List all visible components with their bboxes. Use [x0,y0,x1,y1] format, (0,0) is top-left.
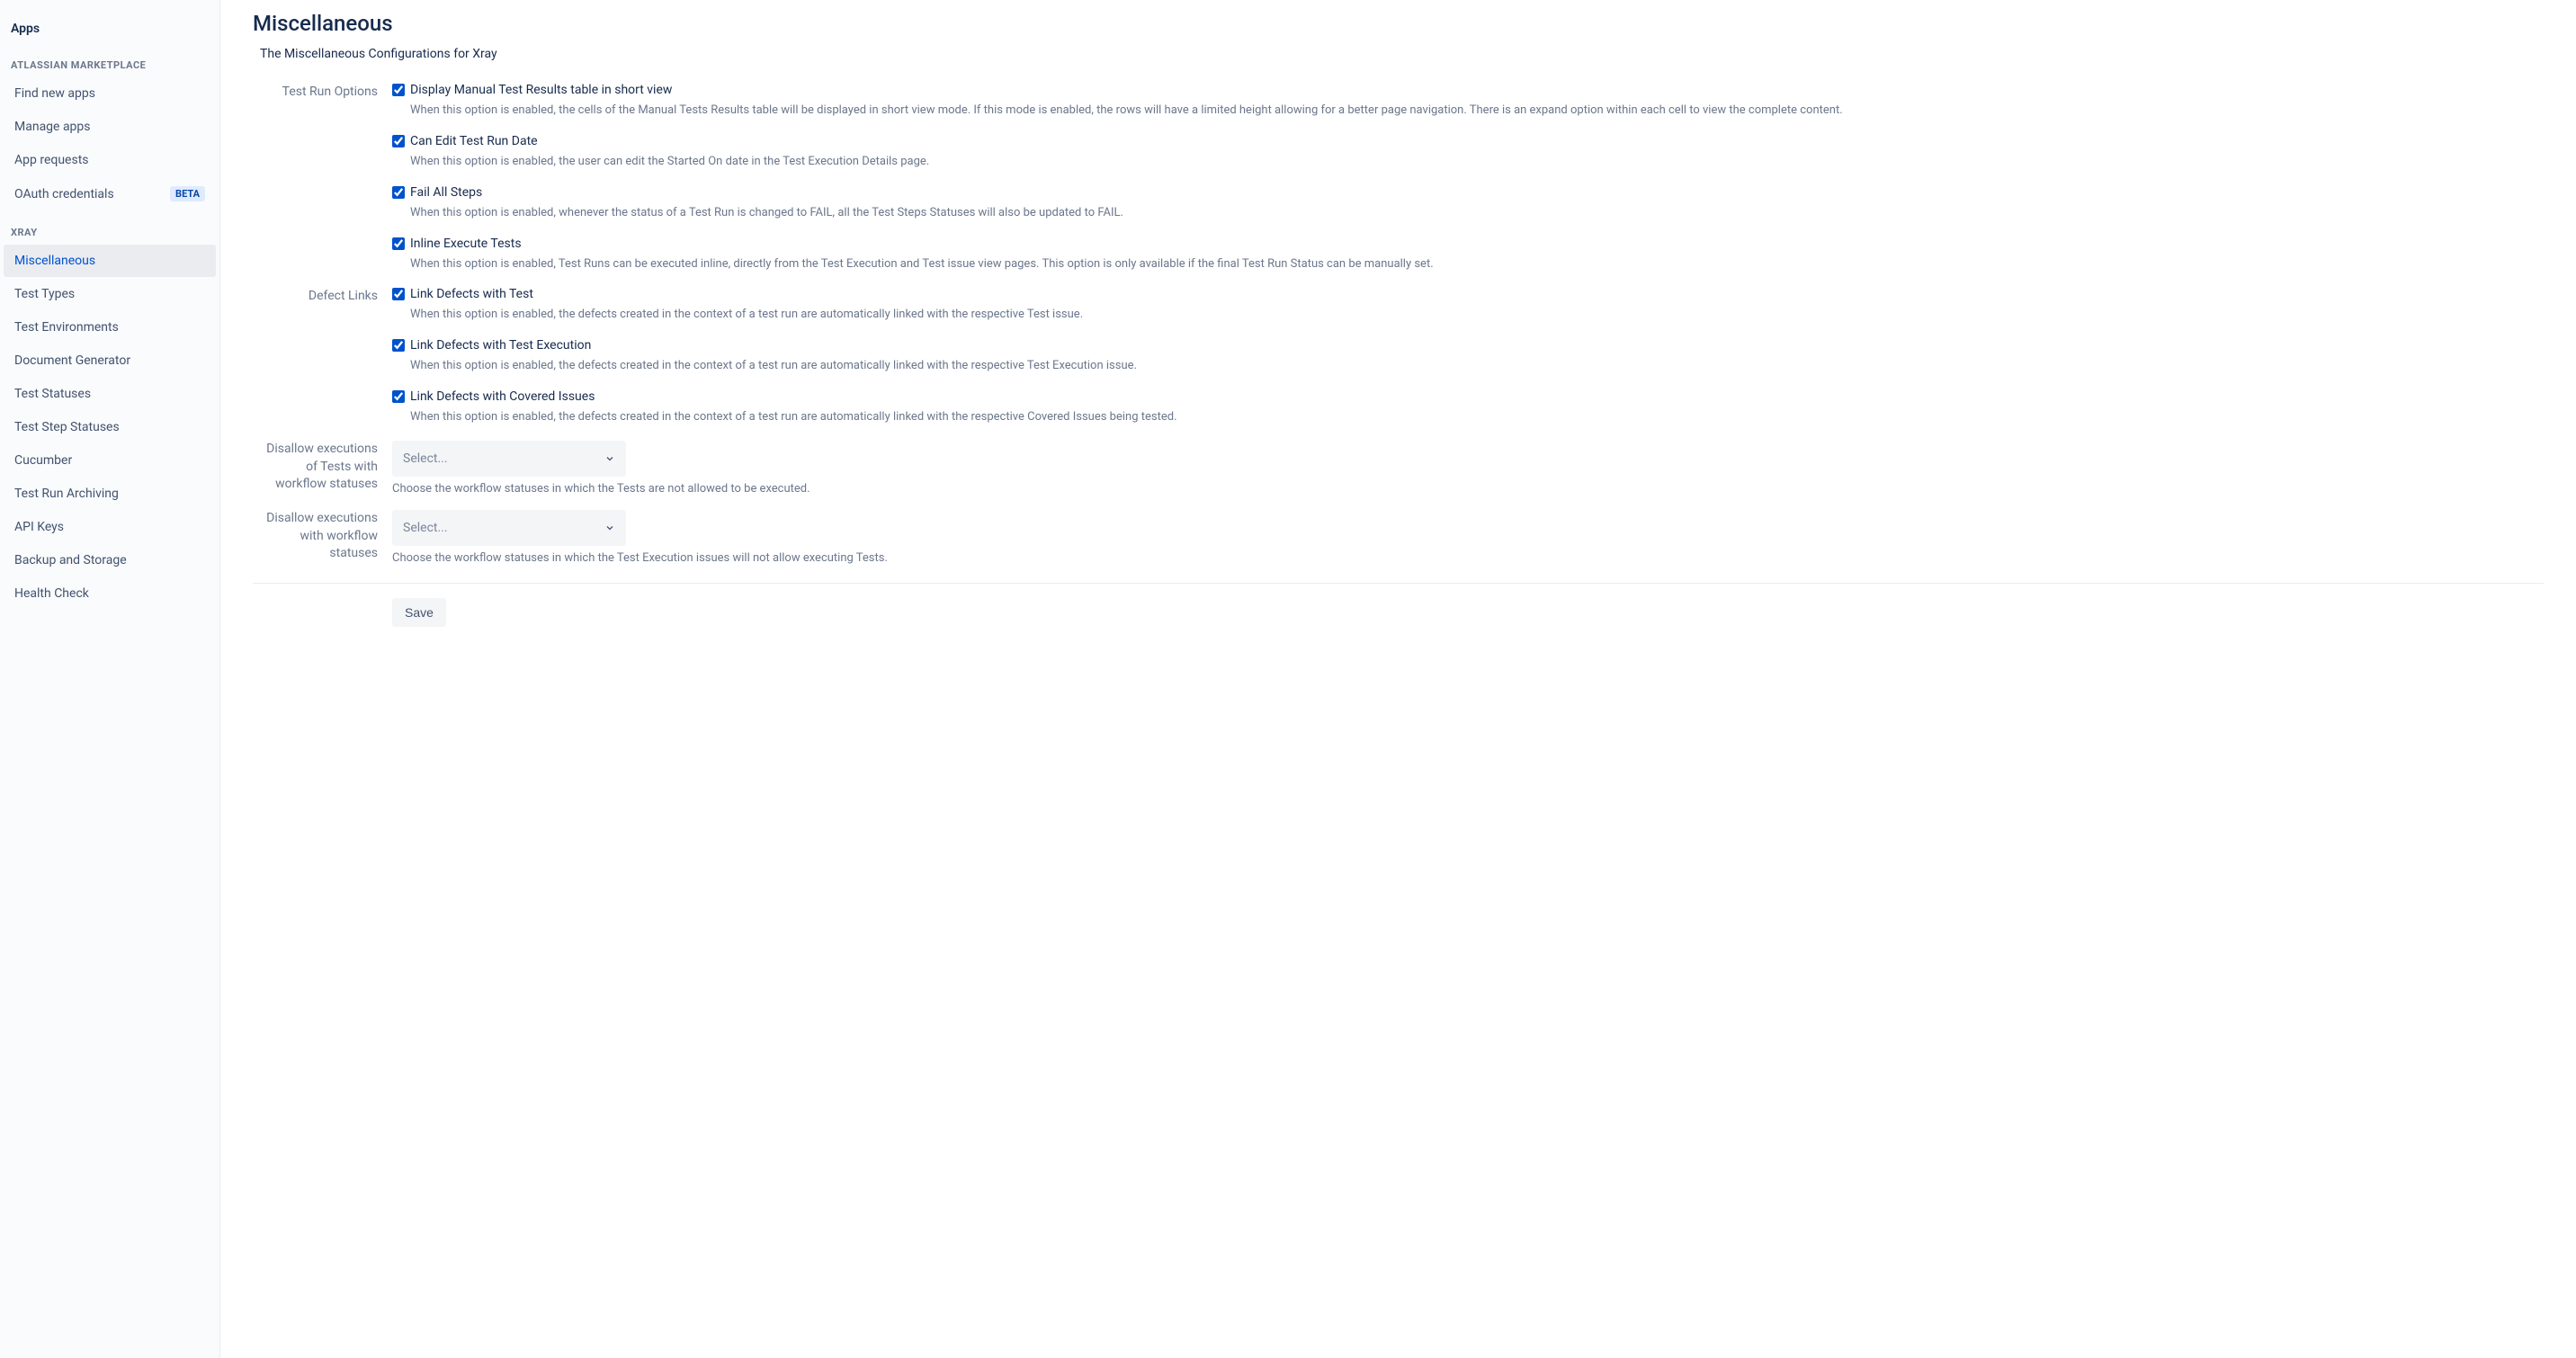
sidebar-item-test-run-archiving[interactable]: Test Run Archiving [4,478,216,510]
option-link-defects-test: Link Defects with Test When this option … [392,287,2544,324]
select-placeholder: Select... [403,521,448,535]
option-display-short-view: Display Manual Test Results table in sho… [392,83,2544,120]
select-placeholder: Select... [403,451,448,466]
chevron-down-icon [604,453,615,464]
row-disallow-tests: Disallow executions of Tests with workfl… [253,441,2544,496]
option-desc: When this option is enabled, the defects… [410,358,2544,375]
label-disallow-tests: Disallow executions of Tests with workfl… [253,441,392,494]
hint-disallow-exec: Choose the workflow statuses in which th… [392,551,2544,565]
sidebar-item-test-types[interactable]: Test Types [4,278,216,310]
option-link-defects-covered: Link Defects with Covered Issues When th… [392,389,2544,426]
sidebar-item-label: Test Statuses [14,387,91,401]
label-disallow-exec: Disallow executions with workflow status… [253,510,392,563]
hint-disallow-tests: Choose the workflow statuses in which th… [392,482,2544,496]
sidebar-item-cucumber[interactable]: Cucumber [4,444,216,477]
group-label-test-run: Test Run Options [253,83,392,287]
option-label: Can Edit Test Run Date [410,134,538,148]
option-header: Fail All Steps [392,185,2544,200]
checkbox-link-defects-execution[interactable] [392,339,405,352]
sidebar-item-test-environments[interactable]: Test Environments [4,311,216,344]
checkbox-edit-test-run-date[interactable] [392,135,405,147]
sidebar-item-api-keys[interactable]: API Keys [4,511,216,543]
group-content-test-run: Display Manual Test Results table in sho… [392,83,2544,287]
option-header: Link Defects with Covered Issues [392,389,2544,404]
option-desc: When this option is enabled, the cells o… [410,103,2544,120]
sidebar-item-label: Test Types [14,287,75,301]
chevron-down-icon [604,523,615,533]
group-content-defect-links: Link Defects with Test When this option … [392,287,2544,441]
page-title: Miscellaneous [253,11,2544,36]
sidebar-item-oauth-credentials[interactable]: OAuth credentials BETA [4,177,216,210]
option-header: Link Defects with Test Execution [392,338,2544,353]
sidebar-item-miscellaneous[interactable]: Miscellaneous [4,245,216,277]
sidebar-item-test-step-statuses[interactable]: Test Step Statuses [4,411,216,443]
option-desc: When this option is enabled, whenever th… [410,205,2544,222]
option-header: Can Edit Test Run Date [392,134,2544,148]
option-label: Link Defects with Test [410,287,533,301]
checkbox-inline-execute-tests[interactable] [392,237,405,250]
sidebar-item-document-generator[interactable]: Document Generator [4,344,216,377]
sidebar-item-label: App requests [14,153,89,167]
option-fail-all-steps: Fail All Steps When this option is enabl… [392,185,2544,222]
row-disallow-exec: Disallow executions with workflow status… [253,510,2544,565]
sidebar-heading: Apps [0,14,219,43]
beta-badge: BETA [170,186,205,201]
option-label: Inline Execute Tests [410,237,522,251]
checkbox-link-defects-test[interactable] [392,288,405,300]
group-defect-links: Defect Links Link Defects with Test When… [253,287,2544,441]
checkbox-display-short-view[interactable] [392,84,405,96]
sidebar-item-label: Test Environments [14,320,119,335]
option-desc: When this option is enabled, Test Runs c… [410,256,2544,273]
divider [253,583,2544,584]
sidebar-item-backup-and-storage[interactable]: Backup and Storage [4,544,216,576]
option-link-defects-execution: Link Defects with Test Execution When th… [392,338,2544,375]
option-label: Display Manual Test Results table in sho… [410,83,672,97]
sidebar-item-find-new-apps[interactable]: Find new apps [4,77,216,110]
group-label-defect-links: Defect Links [253,287,392,441]
sidebar-item-label: Cucumber [14,453,72,468]
sidebar-item-test-statuses[interactable]: Test Statuses [4,378,216,410]
sidebar-item-label: Manage apps [14,120,91,134]
sidebar-item-label: Find new apps [14,86,95,101]
sidebar-item-label: OAuth credentials [14,187,114,201]
option-header: Link Defects with Test [392,287,2544,301]
sidebar-item-label: Test Run Archiving [14,487,119,501]
sidebar-item-label: Backup and Storage [14,553,127,567]
group-test-run-options: Test Run Options Display Manual Test Res… [253,83,2544,287]
content-disallow-exec: Select... Choose the workflow statuses i… [392,510,2544,565]
sidebar-item-label: Miscellaneous [14,254,95,268]
sidebar: Apps ATLASSIAN MARKETPLACE Find new apps… [0,0,220,1358]
checkbox-link-defects-covered[interactable] [392,390,405,403]
select-disallow-tests[interactable]: Select... [392,441,626,477]
sidebar-item-label: API Keys [14,520,64,534]
sidebar-item-label: Health Check [14,586,89,601]
sidebar-section-title-xray: XRAY [0,221,219,244]
option-edit-test-run-date: Can Edit Test Run Date When this option … [392,134,2544,171]
sidebar-item-label: Test Step Statuses [14,420,120,434]
option-header: Inline Execute Tests [392,237,2544,251]
main-content: Miscellaneous The Miscellaneous Configur… [220,0,2576,1358]
option-desc: When this option is enabled, the defects… [410,409,2544,426]
option-label: Link Defects with Test Execution [410,338,591,353]
option-header: Display Manual Test Results table in sho… [392,83,2544,97]
option-inline-execute-tests: Inline Execute Tests When this option is… [392,237,2544,273]
save-row: Save [253,598,2544,627]
save-button[interactable]: Save [392,598,446,627]
checkbox-fail-all-steps[interactable] [392,186,405,199]
sidebar-section-title-marketplace: ATLASSIAN MARKETPLACE [0,54,219,76]
sidebar-item-app-requests[interactable]: App requests [4,144,216,176]
sidebar-item-label: Document Generator [14,353,130,368]
select-disallow-exec[interactable]: Select... [392,510,626,546]
option-label: Fail All Steps [410,185,482,200]
sidebar-item-health-check[interactable]: Health Check [4,577,216,610]
page-subtitle: The Miscellaneous Configurations for Xra… [253,47,2544,61]
option-label: Link Defects with Covered Issues [410,389,595,404]
content-disallow-tests: Select... Choose the workflow statuses i… [392,441,2544,496]
option-desc: When this option is enabled, the defects… [410,307,2544,324]
option-desc: When this option is enabled, the user ca… [410,154,2544,171]
sidebar-item-manage-apps[interactable]: Manage apps [4,111,216,143]
